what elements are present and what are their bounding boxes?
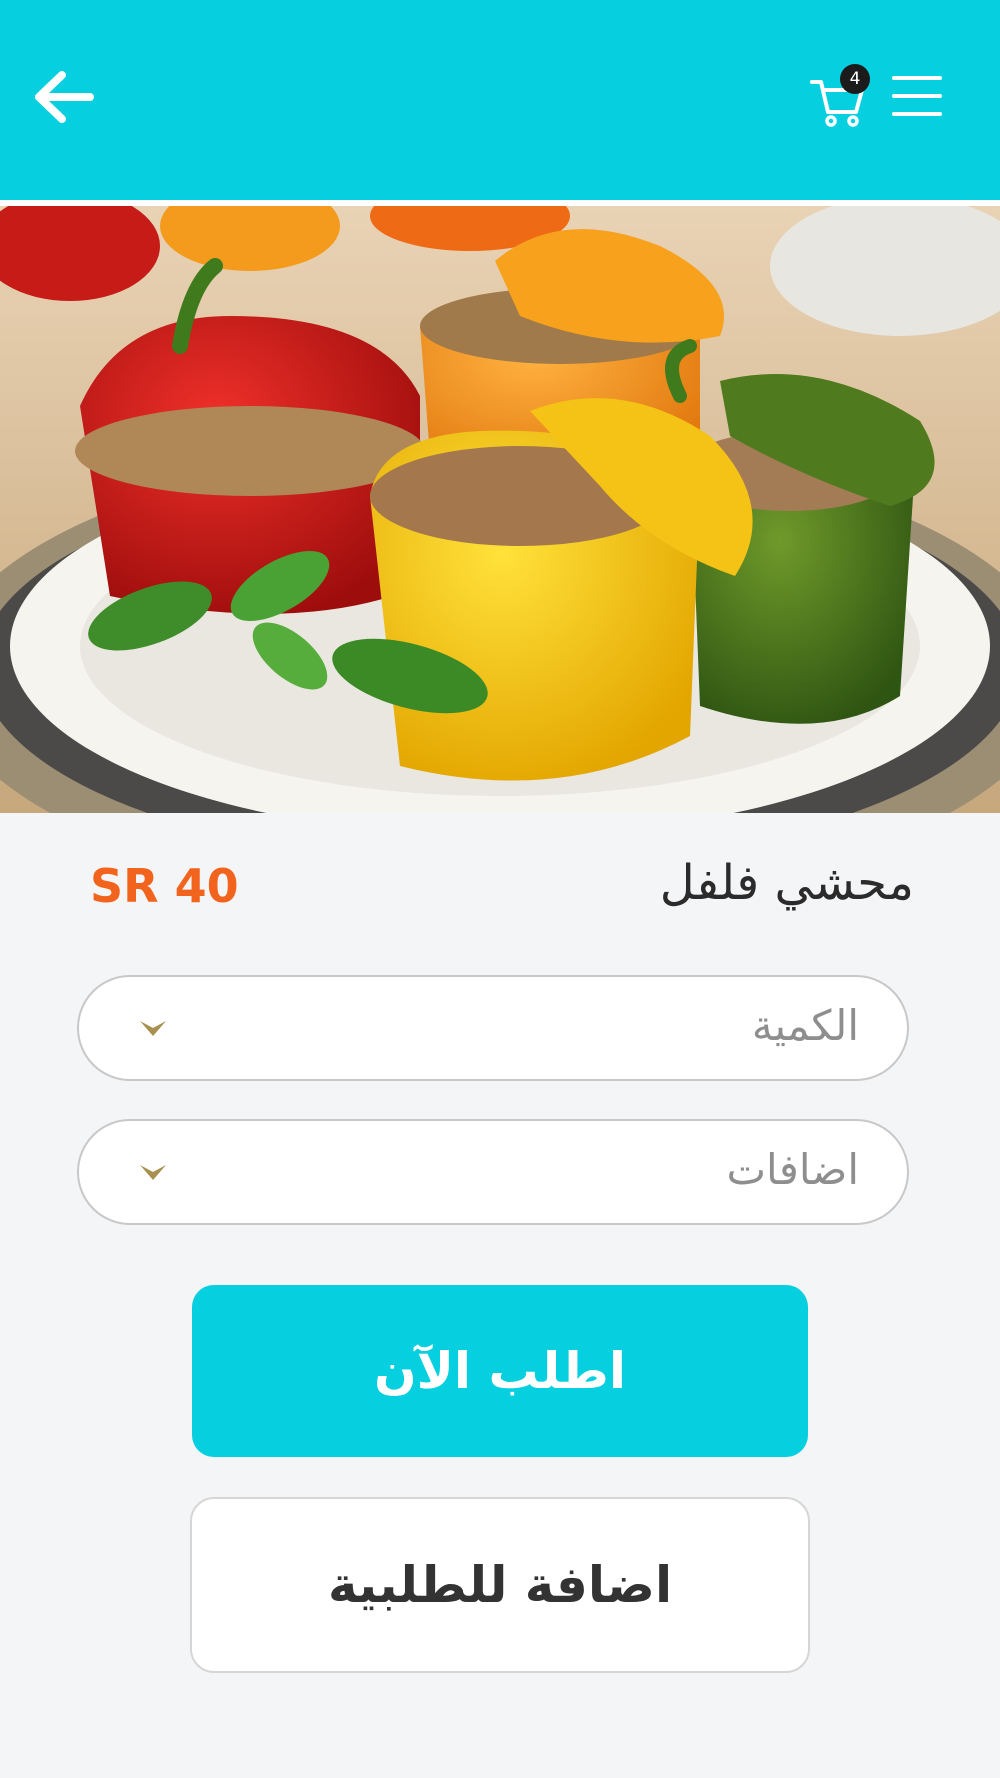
order-now-button[interactable]: اطلب الآن	[192, 1285, 808, 1457]
product-details: محشي فلفل SR 40 الكمية اضافات اطلب الآن …	[0, 813, 1000, 1778]
hamburger-menu-icon	[892, 76, 942, 116]
extras-label: اضافات	[726, 1145, 859, 1194]
product-price: SR 40	[90, 859, 239, 913]
app-header: 4	[0, 0, 1000, 200]
product-title: محشي فلفل	[659, 855, 914, 911]
quantity-label: الكمية	[751, 1001, 859, 1050]
menu-button[interactable]	[890, 72, 946, 122]
product-image	[0, 206, 1000, 813]
cart-count-badge: 4	[840, 64, 870, 94]
chevron-down-icon	[140, 1165, 166, 1180]
arrow-left-icon	[35, 71, 94, 123]
quantity-select[interactable]: الكمية	[77, 975, 909, 1081]
chevron-down-icon	[140, 1021, 166, 1036]
extras-select[interactable]: اضافات	[77, 1119, 909, 1225]
cart-button[interactable]: 4	[808, 64, 878, 127]
back-button[interactable]	[28, 66, 98, 128]
add-to-order-button[interactable]: اضافة للطلبية	[190, 1497, 810, 1673]
